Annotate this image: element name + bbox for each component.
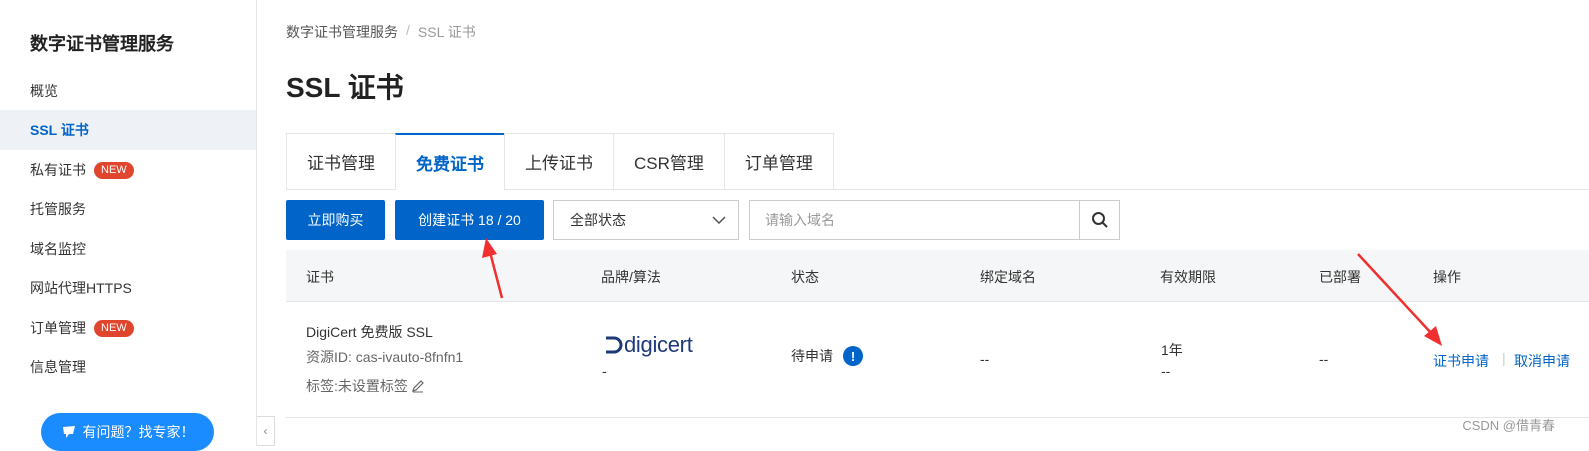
sidebar-item-domain-monitor[interactable]: 域名监控 [0,229,256,269]
sidebar: 数字证书管理服务 概览 SSL 证书 私有证书 NEW 托管服务 域名监控 网站代… [0,0,257,451]
domain-search-input[interactable] [750,201,1079,239]
domain-search [749,200,1120,240]
col-cert: 证书 [306,269,334,285]
col-status: 状态 [791,269,819,285]
col-brand: 品牌/算法 [601,269,661,285]
cancel-apply-link[interactable]: 取消申请 [1514,351,1570,371]
breadcrumb-current: SSL 证书 [417,24,476,40]
buy-now-button[interactable]: 立即购买 [286,200,385,240]
sidebar-item-overview[interactable]: 概览 [0,71,256,111]
validity: 1年 [1161,342,1183,358]
breadcrumb-root[interactable]: 数字证书管理服务 [286,22,398,42]
info-icon[interactable]: ! [843,346,863,366]
chevron-down-icon [712,216,726,224]
chat-icon [62,426,75,438]
table-header: 证书 品牌/算法 状态 绑定域名 有效期限 已部署 操作 [286,250,1589,302]
digicert-logo-icon [606,336,623,354]
tab-csr-management[interactable]: CSR管理 [613,133,724,190]
apply-cert-link[interactable]: 证书申请 [1433,351,1489,371]
cert-name: DigiCert 免费版 SSL [306,324,433,340]
new-badge: NEW [94,319,134,337]
validity-sub: -- [1161,363,1171,379]
breadcrumb-separator: / [406,22,410,38]
col-validity: 有效期限 [1160,269,1216,285]
digicert-logo: digicert [602,332,693,358]
algorithm: - [602,363,607,379]
search-button[interactable] [1079,201,1119,239]
status: 待申请 ! [791,346,863,366]
create-cert-button[interactable]: 创建证书 18 / 20 [395,200,544,240]
new-badge: NEW [94,161,134,179]
tab-bar: 证书管理 免费证书 上传证书 CSR管理 订单管理 [286,133,834,190]
sidebar-item-hosting[interactable]: 托管服务 [0,189,256,229]
action-separator: | [1502,350,1506,366]
tab-order-management[interactable]: 订单管理 [723,133,834,190]
sidebar-item-orders[interactable]: 订单管理 NEW [0,308,256,348]
watermark: CSDN @借青春 [1462,418,1555,433]
col-domain: 绑定域名 [980,269,1036,285]
col-deployed: 已部署 [1319,269,1361,285]
status-select[interactable]: 全部状态 [553,200,739,240]
breadcrumb: 数字证书管理服务 / SSL 证书 [286,22,476,42]
deployed: -- [1319,351,1329,367]
sidebar-item-proxy-https[interactable]: 网站代理HTTPS [0,268,256,308]
sidebar-item-ssl[interactable]: SSL 证书 [0,110,256,150]
resource-id: 资源ID: cas-ivauto-8fnfn1 [306,349,464,365]
table-row: DigiCert 免费版 SSL 资源ID: cas-ivauto-8fnfn1… [286,302,1589,418]
tab-cert-management[interactable]: 证书管理 [286,133,395,190]
edit-icon[interactable] [411,379,425,393]
tab-free-cert[interactable]: 免费证书 [395,133,504,190]
main-content: 数字证书管理服务 / SSL 证书 SSL 证书 证书管理 免费证书 上传证书 … [257,0,1589,446]
sidebar-item-info[interactable]: 信息管理 [0,347,256,387]
sidebar-title: 数字证书管理服务 [30,34,174,54]
page-title: SSL 证书 [286,72,404,103]
bound-domain: -- [980,351,990,367]
sidebar-item-private-cert[interactable]: 私有证书 NEW [0,150,256,190]
help-expert-button[interactable]: 有问题？找专家！ [41,413,214,451]
tab-upload-cert[interactable]: 上传证书 [504,133,613,190]
tags[interactable]: 标签:未设置标签 [306,376,425,396]
search-icon [1091,212,1108,228]
col-actions: 操作 [1433,269,1461,285]
